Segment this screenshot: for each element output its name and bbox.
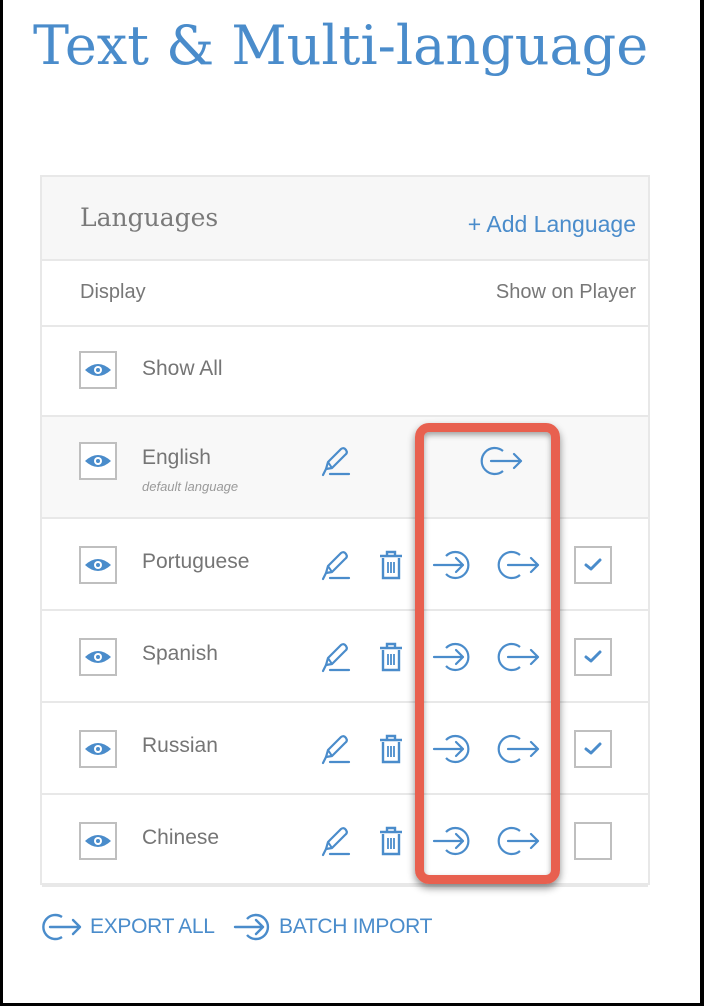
page-frame: Text & Multi-language Languages + Add La… <box>3 0 700 1003</box>
export-all-button[interactable]: EXPORT ALL <box>40 911 215 943</box>
import-icon <box>432 826 470 856</box>
language-name: Russian <box>142 734 218 757</box>
export-button[interactable] <box>480 445 524 482</box>
language-subtitle: default language <box>142 479 239 494</box>
show-on-player-checkbox[interactable] <box>574 546 612 584</box>
eye-icon <box>85 364 111 376</box>
pencil-icon <box>321 827 351 857</box>
edit-button[interactable] <box>320 445 352 482</box>
column-display: Display <box>80 281 146 303</box>
export-all-label: EXPORT ALL <box>90 915 215 938</box>
eye-icon <box>85 743 111 755</box>
languages-panel: Languages + Add Language Display Show on… <box>40 175 650 887</box>
import-button[interactable] <box>432 641 472 678</box>
eye-icon <box>85 559 111 571</box>
edit-button[interactable] <box>320 641 352 678</box>
export-icon <box>497 734 540 764</box>
edit-button[interactable] <box>320 733 352 770</box>
pencil-icon <box>321 551 351 581</box>
trash-icon <box>380 550 402 580</box>
import-icon <box>233 913 270 941</box>
pencil-icon <box>321 447 351 477</box>
export-icon <box>42 913 82 941</box>
language-name: Spanish <box>142 642 218 665</box>
language-row: Portuguese <box>42 519 648 611</box>
show-on-player-checkbox[interactable] <box>574 822 612 860</box>
delete-button[interactable] <box>377 733 405 770</box>
language-row: Chinese <box>42 795 648 887</box>
visibility-toggle[interactable] <box>79 546 117 584</box>
import-button[interactable] <box>432 733 472 770</box>
eye-icon <box>85 835 111 847</box>
delete-button[interactable] <box>377 825 405 862</box>
trash-icon <box>380 826 402 856</box>
import-button[interactable] <box>432 549 472 586</box>
language-row: Russian <box>42 703 648 795</box>
export-icon <box>497 826 540 856</box>
checkmark-icon <box>584 742 602 755</box>
show-on-player-checkbox[interactable] <box>574 638 612 676</box>
eye-icon <box>85 651 111 663</box>
show-all-label: Show All <box>142 357 223 380</box>
import-button[interactable] <box>432 825 472 862</box>
column-header: Display Show on Player <box>42 261 648 327</box>
pencil-icon <box>321 735 351 765</box>
export-button[interactable] <box>497 733 541 770</box>
trash-icon <box>380 734 402 764</box>
edit-button[interactable] <box>320 549 352 586</box>
language-name: English <box>142 446 211 469</box>
edit-button[interactable] <box>320 825 352 862</box>
import-icon <box>432 734 470 764</box>
show-on-player-checkbox[interactable] <box>574 730 612 768</box>
add-language-button[interactable]: + Add Language <box>468 211 636 238</box>
import-icon <box>432 642 470 672</box>
visibility-toggle[interactable] <box>79 822 117 860</box>
visibility-toggle[interactable] <box>79 730 117 768</box>
export-button[interactable] <box>497 641 541 678</box>
language-row: Spanish <box>42 611 648 703</box>
panel-header: Languages + Add Language <box>42 177 648 261</box>
show-all-toggle[interactable] <box>79 351 117 389</box>
panel-title: Languages <box>80 203 219 232</box>
delete-button[interactable] <box>377 549 405 586</box>
eye-icon <box>85 455 111 467</box>
page-title: Text & Multi-language <box>33 14 649 77</box>
import-icon <box>432 550 470 580</box>
pencil-icon <box>321 643 351 673</box>
export-button[interactable] <box>497 825 541 862</box>
visibility-toggle[interactable] <box>79 638 117 676</box>
language-name: Chinese <box>142 826 220 849</box>
language-name: Portuguese <box>142 550 250 573</box>
batch-import-button[interactable]: BATCH IMPORT <box>233 911 432 943</box>
language-row: English default language <box>42 417 648 519</box>
visibility-toggle[interactable] <box>79 442 117 480</box>
show-all-row: Show All <box>42 327 648 417</box>
batch-import-label: BATCH IMPORT <box>279 915 433 938</box>
export-icon <box>497 642 540 672</box>
column-show-on-player: Show on Player <box>495 281 636 303</box>
export-icon <box>480 446 523 476</box>
checkmark-icon <box>584 558 602 571</box>
delete-button[interactable] <box>377 641 405 678</box>
checkmark-icon <box>584 650 602 663</box>
export-icon <box>497 550 540 580</box>
trash-icon <box>380 642 402 672</box>
export-button[interactable] <box>497 549 541 586</box>
